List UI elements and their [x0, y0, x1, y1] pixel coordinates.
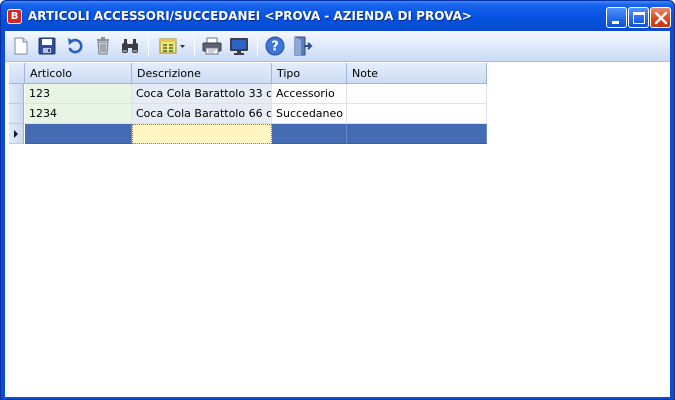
cell-tipo[interactable]: Succedaneo — [272, 104, 347, 124]
delete-button[interactable] — [92, 35, 114, 57]
column-header-note[interactable]: Note — [347, 63, 487, 84]
new-row[interactable] — [9, 124, 487, 144]
cell-note[interactable] — [347, 104, 487, 124]
grid-layout-icon — [159, 38, 185, 54]
close-button[interactable] — [650, 7, 671, 28]
preview-monitor-icon — [230, 38, 248, 55]
help-icon: ? — [265, 36, 285, 56]
undo-button[interactable] — [64, 35, 86, 57]
new-cell-note[interactable] — [347, 124, 487, 144]
exit-icon — [294, 36, 313, 56]
minimize-button[interactable] — [606, 7, 627, 28]
new-cell-descrizione[interactable] — [132, 124, 272, 144]
new-document-icon — [14, 37, 28, 55]
new-cell-articolo[interactable] — [25, 124, 132, 144]
print-button[interactable] — [201, 35, 223, 57]
app-window: B ARTICOLI ACCESSORI/SUCCEDANEI <PROVA -… — [0, 0, 675, 400]
undo-icon — [68, 38, 83, 54]
cell-note[interactable] — [347, 84, 487, 104]
layout-dropdown-button[interactable] — [157, 35, 189, 57]
maximize-icon — [633, 12, 645, 24]
grid-header: Articolo Descrizione Tipo Note — [9, 63, 487, 84]
app-icon[interactable]: B — [7, 9, 22, 24]
cell-descrizione[interactable]: Coca Cola Barattolo 66 cl — [132, 104, 272, 124]
save-button[interactable] — [36, 35, 58, 57]
title-bar[interactable]: B ARTICOLI ACCESSORI/SUCCEDANEI <PROVA -… — [1, 1, 674, 31]
svg-text:?: ? — [271, 40, 279, 55]
new-button[interactable] — [10, 35, 32, 57]
preview-button[interactable] — [228, 35, 250, 57]
row-selector[interactable] — [9, 104, 24, 124]
help-button[interactable]: ? — [264, 35, 286, 57]
column-header-articolo[interactable]: Articolo — [25, 63, 132, 84]
header-corner — [9, 63, 25, 84]
client-area: ? Articolo Descrizione Tipo Note 123 Coc… — [5, 31, 670, 397]
toolbar-separator — [194, 36, 195, 56]
cell-articolo[interactable]: 123 — [25, 84, 132, 104]
cell-articolo[interactable]: 1234 — [25, 104, 132, 124]
print-icon — [202, 37, 222, 55]
find-button[interactable] — [119, 35, 141, 57]
toolbar: ? — [5, 31, 670, 62]
close-icon — [654, 11, 668, 25]
table-row[interactable]: 1234 Coca Cola Barattolo 66 cl Succedane… — [9, 104, 487, 124]
table-row[interactable]: 123 Coca Cola Barattolo 33 cl Accessorio — [9, 84, 487, 104]
maximize-button[interactable] — [628, 7, 649, 28]
toolbar-separator — [148, 36, 149, 56]
exit-button[interactable] — [291, 35, 313, 57]
toolbar-separator — [257, 36, 258, 56]
save-icon — [38, 37, 56, 55]
find-icon — [122, 39, 138, 53]
cell-tipo[interactable]: Accessorio — [272, 84, 347, 104]
window-title: ARTICOLI ACCESSORI/SUCCEDANEI <PROVA - A… — [28, 9, 472, 23]
new-cell-tipo[interactable] — [272, 124, 347, 144]
column-header-tipo[interactable]: Tipo — [272, 63, 347, 84]
row-selector[interactable] — [9, 84, 24, 104]
delete-icon — [97, 37, 109, 55]
current-row-arrow-icon — [14, 130, 18, 138]
column-header-descrizione[interactable]: Descrizione — [132, 63, 272, 84]
row-selector[interactable] — [9, 124, 24, 144]
minimize-icon — [612, 21, 619, 24]
cell-descrizione[interactable]: Coca Cola Barattolo 33 cl — [132, 84, 272, 104]
